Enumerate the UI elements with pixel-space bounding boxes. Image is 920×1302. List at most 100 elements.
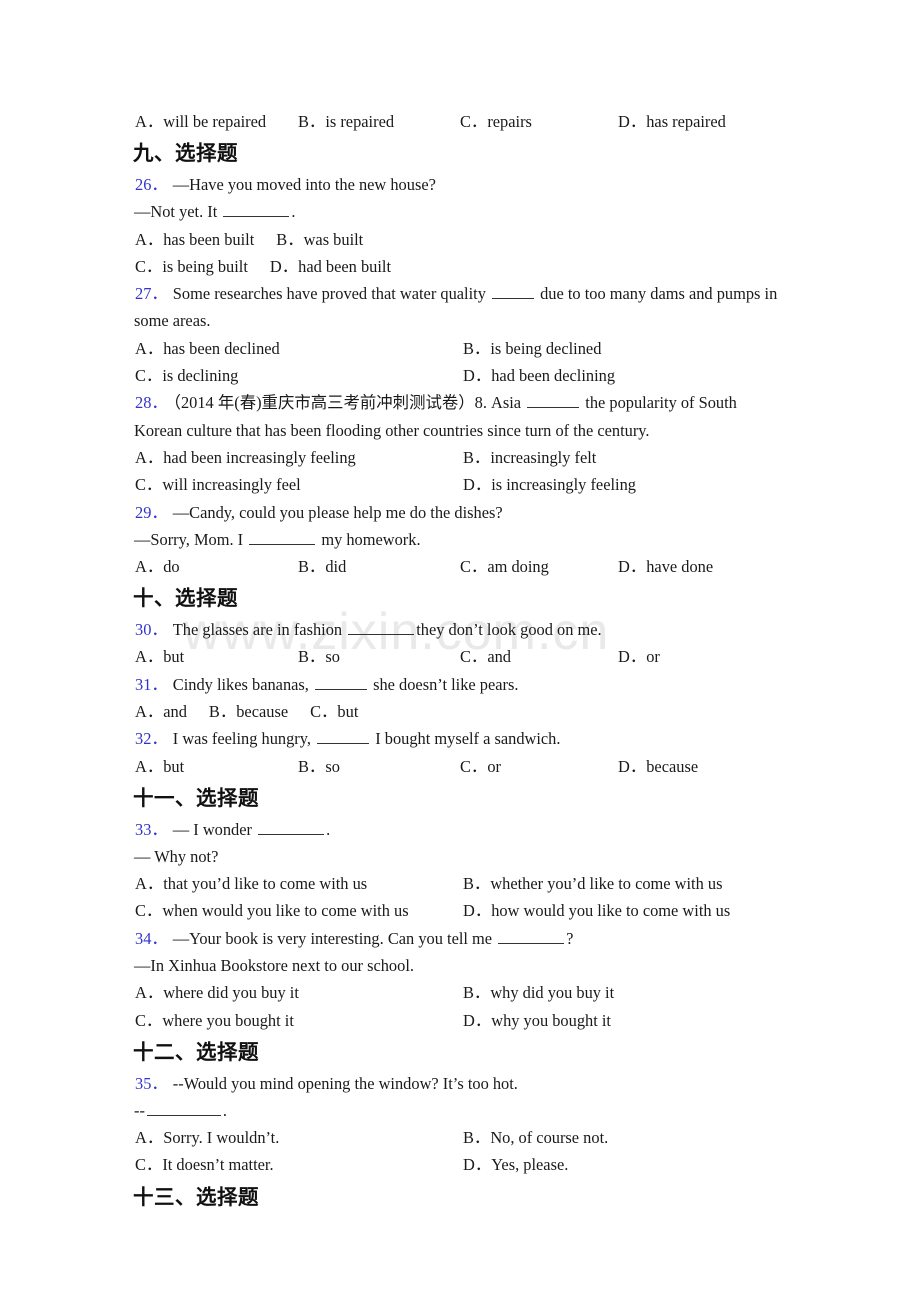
question-33-reply: — Why not? bbox=[134, 846, 219, 866]
option-a: A．do bbox=[135, 557, 180, 577]
section-heading-11: 十一、选择题 bbox=[133, 785, 259, 810]
option-a: A．had been increasingly feeling bbox=[135, 447, 356, 467]
option-c: C．is declining bbox=[135, 366, 239, 386]
question-31-text-pre: Cindy likes bananas, bbox=[172, 674, 313, 694]
answer-blank[interactable] bbox=[249, 532, 316, 545]
question-34-reply: —In Xinhua Bookstore next to our school. bbox=[134, 956, 414, 976]
option-c: C．is being built bbox=[135, 256, 248, 276]
question-33: 33． — I wonder . bbox=[135, 816, 800, 843]
option-row-28-ab: A．had been increasingly feeling B．increas… bbox=[135, 444, 800, 471]
question-26-reply-pre: —Not yet. It bbox=[134, 202, 222, 222]
question-35-reply-pre: -- bbox=[134, 1100, 145, 1120]
option-c: C．repairs bbox=[460, 112, 532, 131]
option-b: B．was built bbox=[276, 229, 364, 249]
option-row-31: A．and B．because C．but bbox=[135, 698, 800, 725]
option-row-29: A．do B．did C．am doing D．have done bbox=[135, 553, 800, 580]
question-27-text-post: due to too many dams and pumps in bbox=[536, 284, 778, 304]
question-28-text-post: the popularity of South bbox=[581, 393, 737, 413]
question-30-text-pre: The glasses are in fashion bbox=[172, 620, 347, 640]
answer-blank[interactable] bbox=[527, 395, 580, 409]
question-33-text-post: . bbox=[326, 819, 331, 839]
question-31-text-post: she doesn’t like pears. bbox=[369, 674, 519, 694]
question-29-reply-post: my homework. bbox=[317, 529, 421, 549]
question-34-text-pre: —Your book is very interesting. Can you … bbox=[172, 928, 497, 948]
option-a: A．Sorry. I wouldn’t. bbox=[135, 1128, 280, 1148]
question-number-35: 35． bbox=[135, 1073, 168, 1093]
question-33-text-pre: — I wonder bbox=[172, 819, 257, 839]
option-c: C．or bbox=[460, 756, 501, 776]
option-d: D．because bbox=[618, 756, 699, 776]
answer-blank[interactable] bbox=[223, 204, 290, 218]
answer-blank[interactable] bbox=[492, 286, 534, 300]
answer-blank[interactable] bbox=[348, 622, 415, 636]
option-row-30: A．but B．so C．and D．or bbox=[135, 643, 800, 670]
option-b: B．did bbox=[298, 557, 347, 577]
option-b: B．is being declined bbox=[463, 338, 602, 358]
option-c: C．am doing bbox=[460, 557, 549, 577]
option-b: B．whether you’d like to come with us bbox=[463, 874, 723, 894]
option-d: D．Yes, please. bbox=[463, 1155, 569, 1175]
option-row-34-cd: C．where you bought it D．why you bought it bbox=[135, 1007, 800, 1034]
question-34: 34． —Your book is very interesting. Can y… bbox=[135, 925, 800, 952]
option-b: B．because bbox=[208, 701, 289, 721]
option-b: B．so bbox=[298, 647, 340, 667]
question-32-text-post: I bought myself a sandwich. bbox=[371, 729, 561, 749]
question-32: 32． I was feeling hungry, I bought myself… bbox=[135, 725, 800, 752]
question-number-33: 33． bbox=[135, 819, 168, 839]
question-number-32: 32． bbox=[135, 729, 168, 749]
section-heading-9: 九、选择题 bbox=[133, 141, 238, 166]
question-31: 31． Cindy likes bananas, she doesn’t like… bbox=[135, 671, 800, 698]
option-d: D．have done bbox=[618, 557, 714, 577]
option-a: A．where did you buy it bbox=[135, 983, 299, 1003]
question-32-text-pre: I was feeling hungry, bbox=[172, 729, 316, 749]
option-row-28-cd: C．will increasingly feel D．is increasingl… bbox=[135, 471, 800, 498]
question-28: 28． （2014 年(春)重庆市高三考前冲刺测试卷）8. Asia the po… bbox=[135, 389, 800, 416]
question-29-answer-line: —Sorry, Mom. I my homework. bbox=[134, 526, 800, 553]
question-26-answer-line: —Not yet. It . bbox=[134, 198, 800, 225]
question-26-text: —Have you moved into the new house? bbox=[172, 174, 436, 194]
question-29-reply-pre: —Sorry, Mom. I bbox=[134, 529, 248, 549]
option-row-27-ab: A．has been declined B．is being declined bbox=[135, 335, 800, 362]
worksheet-page: www.zixin.com.cn A．will be repaired B．is … bbox=[0, 0, 920, 1302]
question-35: 35． --Would you mind opening the window? … bbox=[135, 1070, 800, 1097]
option-row-34-ab: A．where did you buy it B．why did you buy … bbox=[135, 979, 800, 1006]
question-27-text-line2: some areas. bbox=[134, 311, 211, 331]
option-c: C．when would you like to come with us bbox=[135, 901, 409, 921]
answer-blank[interactable] bbox=[146, 1103, 221, 1116]
question-30: 30． The glasses are in fashion they don’t… bbox=[135, 616, 800, 643]
section-heading-10: 十、选择题 bbox=[133, 586, 238, 611]
question-30-text-post: they don’t look good on me. bbox=[416, 620, 602, 640]
question-29: 29． —Candy, could you please help me do t… bbox=[135, 499, 800, 526]
option-row-33-ab: A．that you’d like to come with us B．wheth… bbox=[135, 870, 800, 897]
option-b: B．is repaired bbox=[298, 112, 395, 131]
option-c: C．and bbox=[460, 647, 511, 667]
question-number-29: 29． bbox=[135, 502, 168, 522]
question-27-text-pre: Some researches have proved that water q… bbox=[172, 284, 490, 304]
answer-blank[interactable] bbox=[498, 931, 565, 944]
option-d: D．had been built bbox=[269, 256, 392, 276]
question-27: 27． Some researches have proved that wate… bbox=[135, 280, 800, 307]
question-26: 26． —Have you moved into the new house? bbox=[135, 171, 800, 198]
worksheet-content: A．will be repaired B．is repaired C．repairs… bbox=[133, 108, 800, 1211]
question-29-text: —Candy, could you please help me do the … bbox=[172, 502, 503, 522]
option-c: C．It doesn’t matter. bbox=[135, 1155, 274, 1175]
answer-blank[interactable] bbox=[317, 731, 370, 745]
answer-blank[interactable] bbox=[258, 822, 325, 835]
question-35-reply-post: . bbox=[222, 1100, 228, 1120]
question-number-27: 27． bbox=[135, 284, 168, 304]
question-26-reply-post: . bbox=[291, 202, 296, 222]
option-c: C．but bbox=[310, 701, 359, 721]
option-d: D．has repaired bbox=[618, 112, 726, 131]
option-row-orphan: A．will be repaired B．is repaired C．repairs… bbox=[135, 108, 800, 135]
question-number-31: 31． bbox=[135, 674, 168, 694]
answer-blank[interactable] bbox=[315, 677, 367, 690]
question-35-answer-line: --. bbox=[134, 1097, 800, 1124]
option-a: A．that you’d like to come with us bbox=[135, 874, 368, 894]
option-a: A．and bbox=[135, 701, 187, 721]
option-row-27-cd: C．is declining D．had been declining bbox=[135, 362, 800, 389]
option-row-33-cd: C．when would you like to come with us D．h… bbox=[135, 897, 800, 924]
question-number-30: 30． bbox=[135, 620, 168, 640]
option-row-35-cd: C．It doesn’t matter. D．Yes, please. bbox=[135, 1151, 800, 1178]
option-c: C．will increasingly feel bbox=[135, 475, 301, 495]
option-d: D．how would you like to come with us bbox=[463, 901, 731, 921]
